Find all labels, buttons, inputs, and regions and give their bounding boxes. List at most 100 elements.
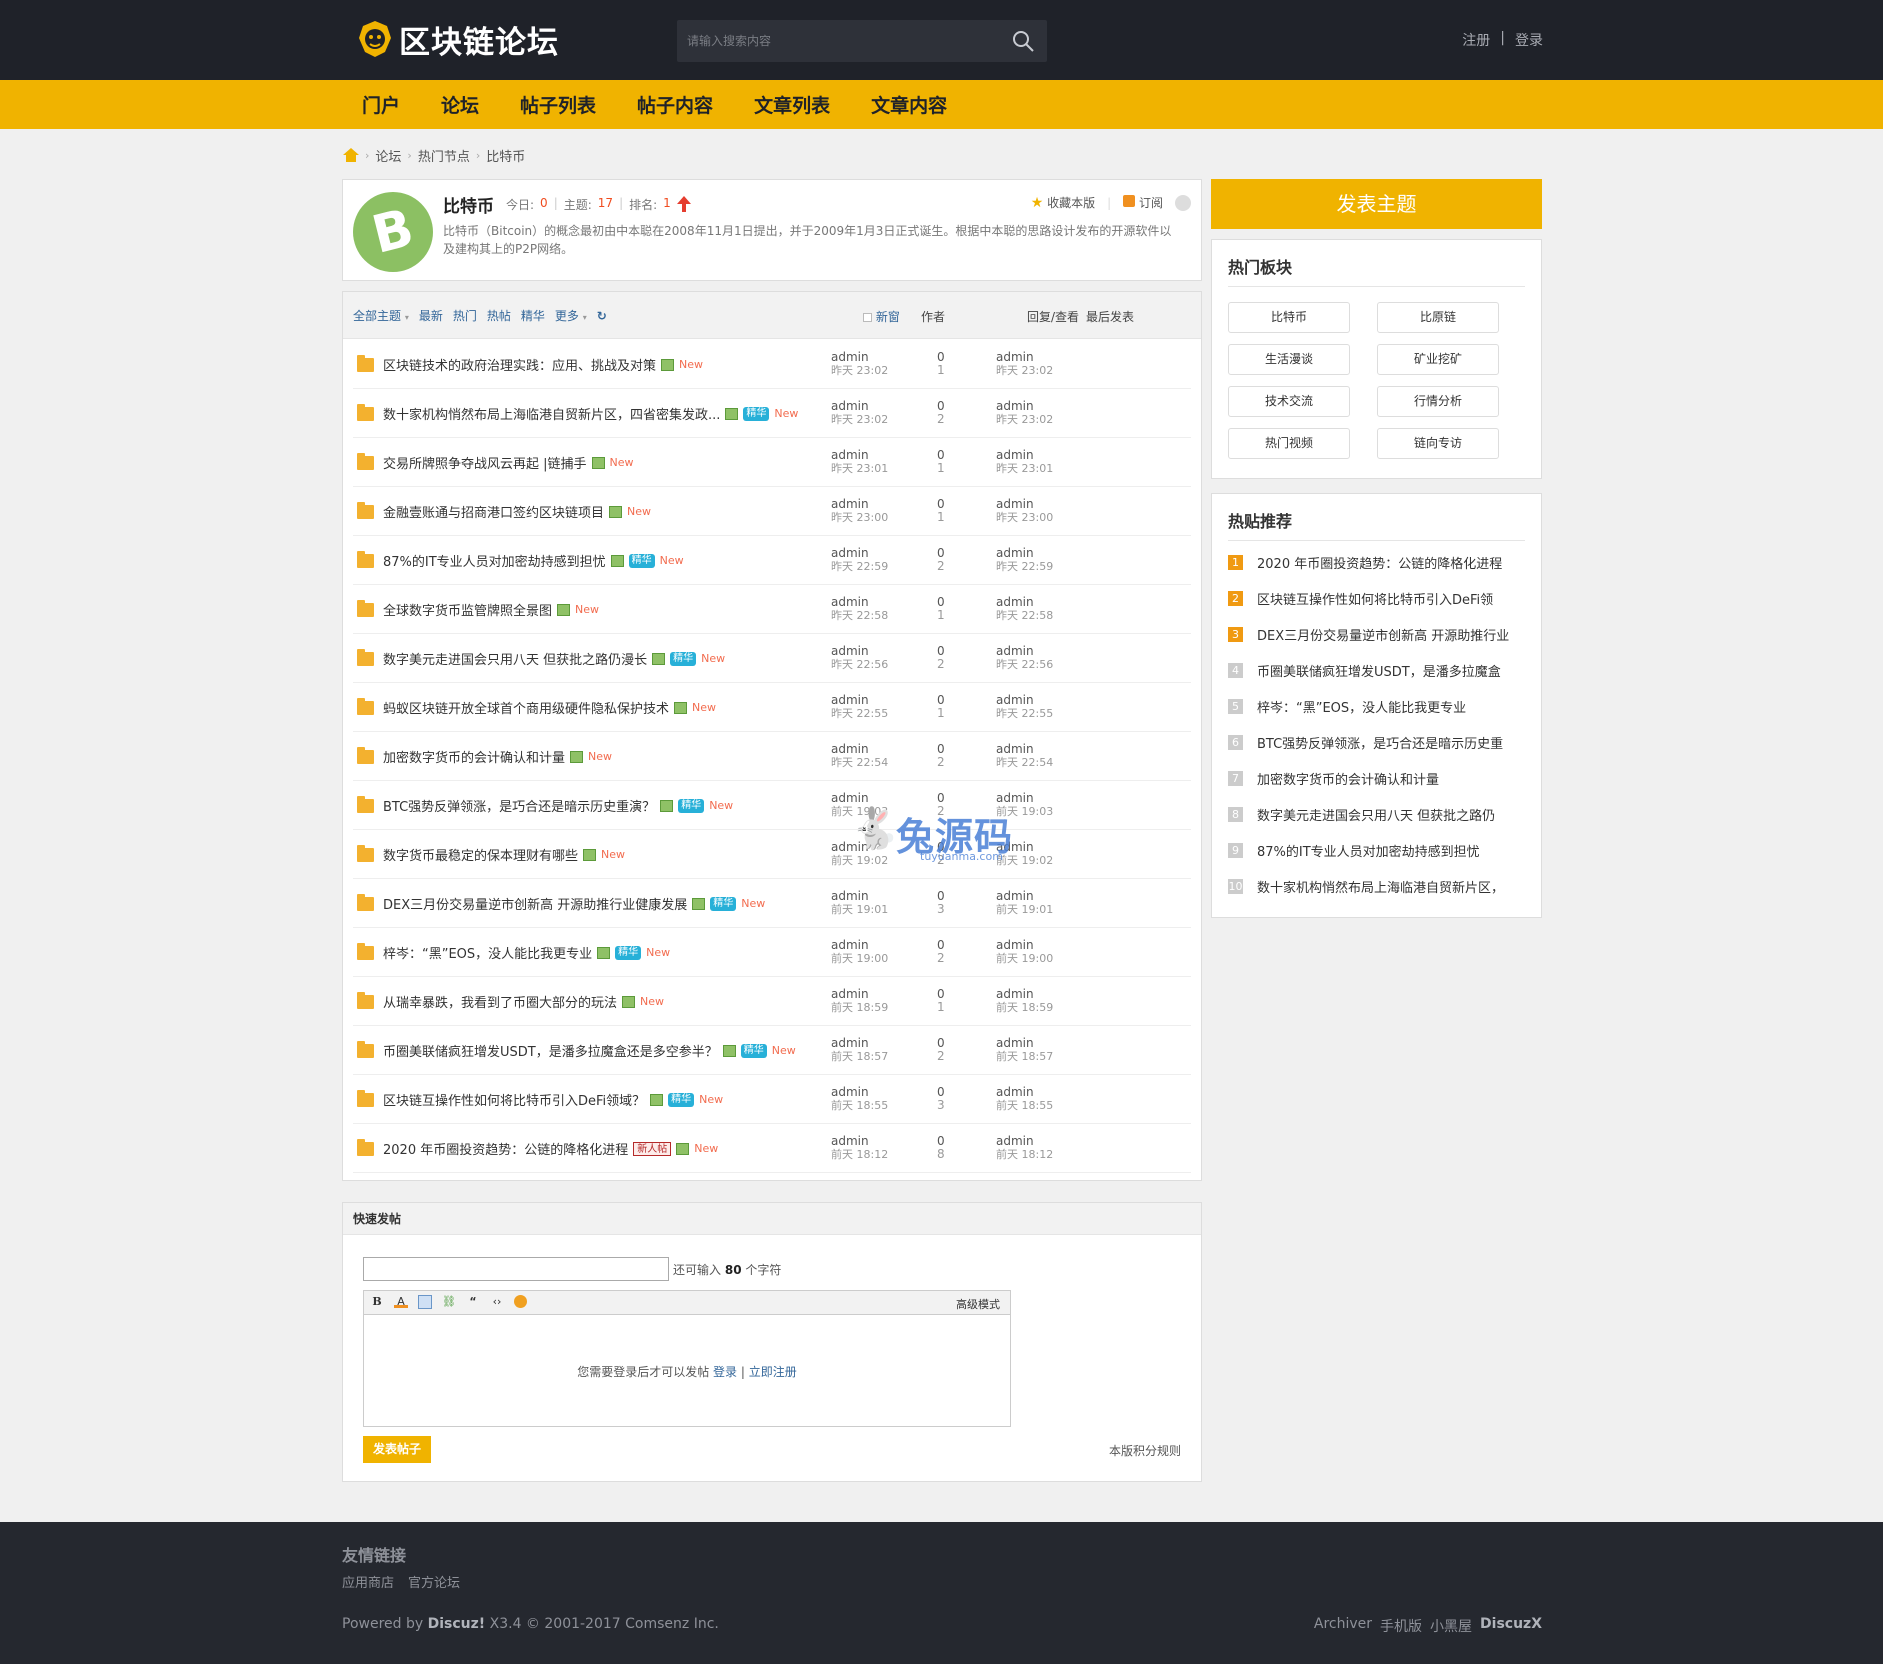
thread-last-post[interactable]: admin 昨天 22:59 — [996, 547, 1053, 574]
board-button[interactable]: 比原链 — [1377, 302, 1499, 333]
hot-post-item[interactable]: 9 87%的IT专业人员对加密劫持感到担忧 — [1228, 840, 1528, 860]
thread-last-post[interactable]: admin 前天 18:57 — [996, 1037, 1053, 1064]
hot-post-item[interactable]: 8 数字美元走进国会只用八天 但获批之路仍 — [1228, 804, 1528, 824]
credit-rules-link[interactable]: 本版积分规则 — [1109, 1442, 1181, 1459]
nav-item-article-list[interactable]: 文章列表 — [754, 80, 830, 129]
nav-item-article-content[interactable]: 文章内容 — [871, 80, 947, 129]
thread-last-post[interactable]: admin 昨天 22:56 — [996, 645, 1053, 672]
friend-link[interactable]: 官方论坛 — [408, 1572, 460, 1591]
board-button[interactable]: 矿业挖矿 — [1377, 344, 1499, 375]
hot-post-item[interactable]: 6 BTC强势反弹领涨，是巧合还是暗示历史重 — [1228, 732, 1528, 752]
thread-row[interactable]: 从瑞幸暴跌，我看到了币圈大部分的玩法 New admin 前天 18:59 0 1 admi… — [353, 977, 1191, 1026]
thread-title[interactable]: 金融壹账通与招商港口签约区块链项目 New — [383, 502, 651, 521]
thread-author[interactable]: admin 前天 19:03 — [831, 792, 888, 819]
collapse-icon[interactable] — [1175, 194, 1191, 211]
thread-author[interactable]: admin 昨天 23:02 — [831, 351, 888, 378]
search-input[interactable] — [687, 20, 987, 62]
thread-last-post[interactable]: admin 前天 18:59 — [996, 988, 1053, 1015]
filter-hot[interactable]: 热门 — [453, 307, 477, 324]
thread-last-post[interactable]: admin 前天 19:01 — [996, 890, 1053, 917]
thread-title[interactable]: 数十家机构悄然布局上海临港自贸新片区，四省密集发政... 精华 New — [383, 404, 798, 423]
post-title-input[interactable] — [363, 1257, 669, 1281]
thread-row[interactable]: 数字货币最稳定的保本理财有哪些 New admin 前天 19:02 0 2 admin 前天… — [353, 830, 1191, 879]
hot-post-item[interactable]: 2 区块链互操作性如何将比特币引入DeFi领 — [1228, 588, 1528, 608]
thread-author[interactable]: admin 昨天 22:54 — [831, 743, 888, 770]
board-button[interactable]: 技术交流 — [1228, 386, 1350, 417]
thread-last-post[interactable]: admin 昨天 23:00 — [996, 498, 1053, 525]
nav-item-thread-list[interactable]: 帖子列表 — [520, 80, 596, 129]
quote-icon[interactable]: “ — [466, 1295, 480, 1309]
thread-title[interactable]: 区块链技术的政府治理实践：应用、挑战及对策 New — [383, 355, 703, 374]
editor-register-link[interactable]: 立即注册 — [749, 1365, 797, 1379]
thread-row[interactable]: BTC强势反弹领涨，是巧合还是暗示历史重演？ 精华 New admin 前天 19:03… — [353, 781, 1191, 830]
thread-title[interactable]: 数字货币最稳定的保本理财有哪些 New — [383, 845, 625, 864]
filter-more[interactable]: 更多 ▾ — [555, 307, 587, 324]
board-button[interactable]: 热门视频 — [1228, 428, 1350, 459]
editor-login-link[interactable]: 登录 — [713, 1365, 737, 1379]
thread-author[interactable]: admin 昨天 23:00 — [831, 498, 888, 525]
discuz-link[interactable]: Discuz! — [428, 1616, 486, 1632]
board-button[interactable]: 比特币 — [1228, 302, 1350, 333]
thread-author[interactable]: admin 前天 18:55 — [831, 1086, 888, 1113]
thread-title[interactable]: 蚂蚁区块链开放全球首个商用级硬件隐私保护技术 New — [383, 698, 716, 717]
site-logo[interactable]: 区块链论坛 — [357, 18, 559, 61]
thread-title[interactable]: 区块链互操作性如何将比特币引入DeFi领域？ 精华 New — [383, 1090, 723, 1109]
code-icon[interactable]: ‹› — [490, 1295, 504, 1309]
breadcrumb-forum[interactable]: 论坛 — [375, 146, 401, 165]
thread-title[interactable]: 交易所牌照争夺战风云再起 |链捕手 New — [383, 453, 634, 472]
thread-author[interactable]: admin 昨天 22:55 — [831, 694, 888, 721]
thread-row[interactable]: 币圈美联储疯狂增发USDT，是潘多拉魔盒还是多空参半？ 精华 New admin 前天 … — [353, 1026, 1191, 1075]
filter-digest[interactable]: 精华 — [521, 307, 545, 324]
thread-last-post[interactable]: admin 前天 19:03 — [996, 792, 1053, 819]
hot-post-item[interactable]: 10 数十家机构悄然布局上海临港自贸新片区， — [1228, 876, 1528, 896]
thread-last-post[interactable]: admin 前天 19:00 — [996, 939, 1053, 966]
register-link[interactable]: 注册 — [1462, 30, 1490, 50]
thread-title[interactable]: 从瑞幸暴跌，我看到了币圈大部分的玩法 New — [383, 992, 664, 1011]
thread-row[interactable]: 数字美元走进国会只用八天 但获批之路仍漫长 精华 New admin 昨天 22:56 0… — [353, 634, 1191, 683]
thread-author[interactable]: admin 前天 18:57 — [831, 1037, 888, 1064]
thread-title[interactable]: 87%的IT专业人员对加密劫持感到担忧 精华 New — [383, 551, 684, 570]
thread-author[interactable]: admin 前天 19:02 — [831, 841, 888, 868]
thread-row[interactable]: 2020 年币圈投资趋势：公链的降格化进程 新人帖 New admin 前天 18:12… — [353, 1124, 1191, 1173]
image-icon[interactable] — [418, 1295, 432, 1309]
hot-post-item[interactable]: 7 加密数字货币的会计确认和计量 — [1228, 768, 1528, 788]
thread-title[interactable]: 2020 年币圈投资趋势：公链的降格化进程 新人帖 New — [383, 1139, 718, 1158]
subscribe-button[interactable]: 订阅 — [1123, 194, 1163, 211]
thread-row[interactable]: DEX三月份交易量逆市创新高 开源助推行业健康发展 精华 New admin 前天 19… — [353, 879, 1191, 928]
nav-item-thread-content[interactable]: 帖子内容 — [637, 80, 713, 129]
breadcrumb-current[interactable]: 比特币 — [486, 146, 525, 165]
board-button[interactable]: 行情分析 — [1377, 386, 1499, 417]
thread-author[interactable]: admin 前天 19:00 — [831, 939, 888, 966]
advanced-mode-link[interactable]: 高级模式 — [956, 1296, 1000, 1312]
discuzx-link[interactable]: DiscuzX — [1480, 1616, 1542, 1636]
hot-post-item[interactable]: 5 梓岑：“黑”EOS，没人能比我更专业 — [1228, 696, 1528, 716]
filter-all[interactable]: 全部主题 ▾ — [353, 307, 409, 324]
thread-author[interactable]: admin 昨天 22:59 — [831, 547, 888, 574]
thread-row[interactable]: 蚂蚁区块链开放全球首个商用级硬件隐私保护技术 New admin 昨天 22:55 0 1… — [353, 683, 1191, 732]
favorite-button[interactable]: ★ 收藏本版 — [1031, 194, 1095, 211]
thread-row[interactable]: 数十家机构悄然布局上海临港自贸新片区，四省密集发政... 精华 New admin 昨天… — [353, 389, 1191, 438]
board-button[interactable]: 生活漫谈 — [1228, 344, 1350, 375]
blacklist-link[interactable]: 小黑屋 — [1430, 1616, 1472, 1636]
smiley-icon[interactable] — [514, 1295, 527, 1308]
thread-author[interactable]: admin 前天 18:59 — [831, 988, 888, 1015]
thread-last-post[interactable]: admin 昨天 23:01 — [996, 449, 1053, 476]
thread-last-post[interactable]: admin 昨天 22:58 — [996, 596, 1053, 623]
thread-last-post[interactable]: admin 前天 18:12 — [996, 1135, 1053, 1162]
post-submit-button[interactable]: 发表帖子 — [363, 1436, 431, 1463]
hot-post-item[interactable]: 3 DEX三月份交易量逆市创新高 开源助推行业 — [1228, 624, 1528, 644]
thread-last-post[interactable]: admin 昨天 23:02 — [996, 351, 1053, 378]
filter-latest[interactable]: 最新 — [419, 307, 443, 324]
thread-last-post[interactable]: admin 昨天 22:55 — [996, 694, 1053, 721]
thread-last-post[interactable]: admin 昨天 23:02 — [996, 400, 1053, 427]
bold-icon[interactable]: B — [370, 1295, 384, 1309]
friend-link[interactable]: 应用商店 — [342, 1572, 394, 1591]
thread-author[interactable]: admin 昨天 23:02 — [831, 400, 888, 427]
new-window-toggle[interactable]: 新窗 — [863, 308, 900, 325]
nav-item-forum[interactable]: 论坛 — [441, 80, 479, 129]
thread-title[interactable]: DEX三月份交易量逆市创新高 开源助推行业健康发展 精华 New — [383, 894, 765, 913]
thread-row[interactable]: 加密数字货币的会计确认和计量 New admin 昨天 22:54 0 2 admin 昨天 … — [353, 732, 1191, 781]
thread-title[interactable]: 加密数字货币的会计确认和计量 New — [383, 747, 612, 766]
thread-title[interactable]: 币圈美联储疯狂增发USDT，是潘多拉魔盒还是多空参半？ 精华 New — [383, 1041, 796, 1060]
thread-author[interactable]: admin 前天 18:12 — [831, 1135, 888, 1162]
